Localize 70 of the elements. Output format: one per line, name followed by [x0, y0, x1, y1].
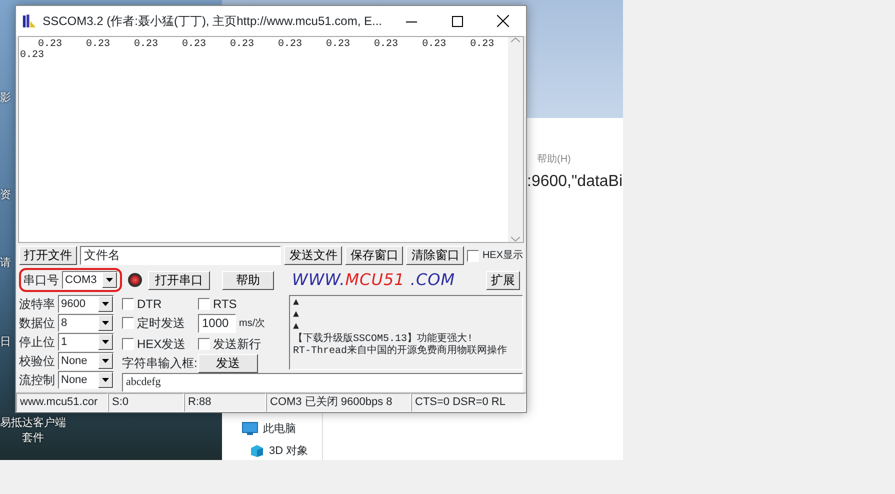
file-action-button[interactable]: 清除窗口: [406, 246, 464, 265]
checkbox-label: DTR: [137, 296, 162, 312]
scrollbar[interactable]: [508, 37, 523, 242]
nav-item[interactable]: 3D 对象: [242, 440, 322, 462]
cube-icon: [250, 444, 264, 458]
setting-label: 波特率: [19, 296, 55, 313]
checkbox-label: 发送新行: [213, 336, 261, 352]
checkbox[interactable]: [467, 250, 480, 262]
info-line: RT-Thread来自中国的开源免费商用物联网操作: [293, 346, 508, 358]
close-icon: [497, 15, 509, 27]
send-text-field[interactable]: abcdefg: [122, 373, 523, 392]
checkbox[interactable]: [122, 316, 134, 328]
checkbox[interactable]: [122, 298, 134, 310]
send-button[interactable]: 发送: [198, 354, 258, 373]
status-field: www.mcu51.cor: [16, 393, 108, 412]
window-title: SSCOM3.2 (作者:聂小猛(丁丁), 主页http://www.mcu51.com, E...: [42, 13, 382, 30]
help-button[interactable]: 帮助: [222, 270, 274, 290]
desktop-icon-label[interactable]: 套件: [22, 433, 44, 444]
nav-item[interactable]: 此电脑: [242, 418, 322, 440]
port-label: 串口号: [23, 272, 59, 289]
open-file-button[interactable]: 打开文件: [19, 246, 77, 265]
setting-select[interactable]: None: [58, 371, 114, 389]
setting-select[interactable]: 9600: [58, 295, 114, 313]
setting-select[interactable]: 1: [58, 333, 114, 351]
setting-label: 流控制: [19, 372, 55, 389]
setting-label: 校验位: [19, 353, 55, 370]
setting-select[interactable]: 8: [58, 314, 114, 332]
expand-button[interactable]: 扩展: [486, 270, 520, 290]
scroll-up-icon[interactable]: [511, 37, 520, 43]
checkbox-label: HEX发送: [137, 336, 186, 352]
file-name-field[interactable]: 文件名: [80, 246, 282, 265]
checkbox-label: 定时发送: [137, 314, 185, 332]
setting-label: 停止位: [19, 334, 55, 351]
desktop-icon-label[interactable]: 易抵达客户端: [0, 418, 66, 429]
checkbox-label: HEX显示: [482, 249, 523, 263]
maximize-icon: [452, 16, 462, 26]
checkbox[interactable]: [122, 338, 134, 350]
setting-select[interactable]: None: [58, 352, 114, 370]
nav-item-label[interactable]: 3D 对象: [269, 442, 308, 460]
info-line: ▲: [293, 298, 300, 310]
app-logo-icon: [22, 13, 37, 29]
status-field: R:88: [184, 393, 266, 412]
checkbox[interactable]: [198, 338, 210, 350]
input-label: 字符串输入框:: [122, 355, 198, 372]
scroll-down-icon[interactable]: [511, 236, 520, 242]
info-line: ▲: [293, 310, 300, 322]
desktop-label: 日: [0, 337, 11, 348]
document-text: :9600,"dataBi: [527, 172, 623, 192]
desktop-label: 资: [0, 190, 11, 201]
website-logo[interactable]: WWW.MCU51 .COM: [292, 268, 456, 292]
setting-label: 数据位: [19, 315, 55, 332]
desktop-label: 影: [0, 93, 11, 104]
menu-item[interactable]: 帮助(H): [537, 152, 571, 167]
status-field: COM3 已关闭 9600bps 8: [266, 393, 411, 412]
port-select[interactable]: COM3: [62, 271, 118, 289]
status-field: S:0: [108, 393, 184, 412]
monitor-icon: [242, 422, 258, 436]
nav-item-label[interactable]: 此电脑: [263, 420, 296, 438]
desktop-label: 请: [0, 258, 11, 269]
interval-field[interactable]: 1000: [198, 314, 236, 333]
status-field: CTS=0 DSR=0 RL: [411, 393, 526, 412]
checkbox-label: RTS: [213, 296, 237, 312]
interval-unit: ms/次: [239, 317, 266, 331]
file-action-button[interactable]: 发送文件: [284, 246, 342, 265]
file-action-button[interactable]: 保存窗口: [345, 246, 404, 265]
receive-text: 0.23 0.23 0.23 0.23 0.23 0.23 0.23 0.23 0.23 0.23 0.23: [19, 38, 496, 63]
checkbox[interactable]: [198, 298, 210, 310]
info-line: ▲: [293, 322, 300, 333]
open-port-button[interactable]: 打开串口: [148, 270, 210, 290]
info-line: 【下载升级版SSCOM5.13】功能更强大!: [293, 334, 474, 345]
